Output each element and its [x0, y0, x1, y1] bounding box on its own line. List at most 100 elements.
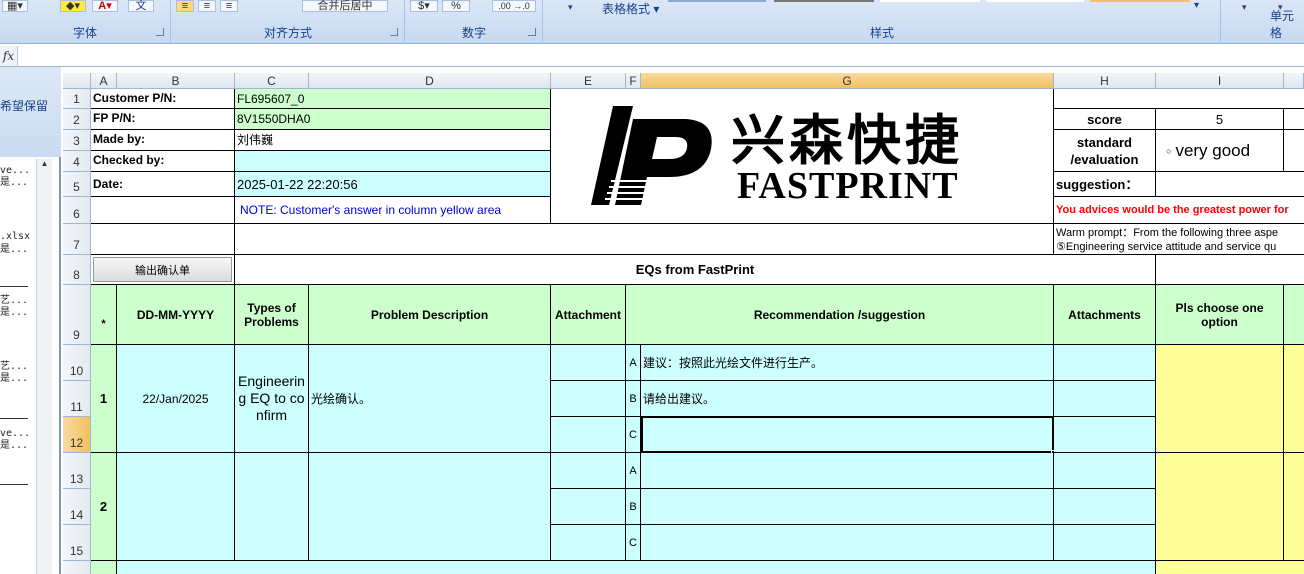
- eq-description[interactable]: [309, 453, 551, 561]
- row-header-11[interactable]: 11: [63, 381, 91, 417]
- file-line[interactable]: 是...: [0, 244, 28, 256]
- checked-by-value[interactable]: [235, 151, 551, 172]
- eq-attachments[interactable]: [1054, 525, 1156, 561]
- eq-attachments[interactable]: [1054, 345, 1156, 381]
- column-header-j[interactable]: [1284, 73, 1304, 89]
- file-line[interactable]: 是...: [0, 440, 28, 452]
- eq-attachment[interactable]: [551, 345, 626, 381]
- row-header-7[interactable]: 7: [63, 224, 91, 255]
- eq-attachment[interactable]: [551, 489, 626, 525]
- phonetic-button[interactable]: 文: [128, 0, 154, 12]
- eq-description[interactable]: 光绘确认。: [309, 345, 551, 453]
- style-gallery-orange[interactable]: [1090, 0, 1190, 2]
- option-suggestion[interactable]: 建议：按照此光绘文件进行生产。: [641, 345, 1054, 381]
- style-gallery-white[interactable]: [986, 0, 1084, 2]
- fill-color-button[interactable]: ◆▾: [60, 0, 86, 12]
- row-header-13[interactable]: 13: [63, 453, 91, 489]
- blank-cell[interactable]: [91, 197, 235, 224]
- file-line[interactable]: ve...: [0, 428, 30, 440]
- currency-button[interactable]: $▾: [410, 0, 438, 12]
- option-suggestion[interactable]: 请给出建议。: [641, 381, 1054, 417]
- row-header-2[interactable]: 2: [63, 109, 91, 130]
- eq-attachments[interactable]: [1054, 381, 1156, 417]
- column-header-b[interactable]: B: [117, 73, 235, 89]
- column-header-c[interactable]: C: [235, 73, 309, 89]
- style-gallery-dark[interactable]: [774, 0, 874, 2]
- column-header-e[interactable]: E: [551, 73, 626, 89]
- left-pane-scrollbar[interactable]: ▲: [36, 159, 52, 574]
- merge-center-button[interactable]: 合并后居中: [302, 0, 388, 12]
- chevron-down-icon[interactable]: ▾: [568, 2, 573, 13]
- date-value[interactable]: 2025-01-22 22:20:56: [235, 172, 551, 197]
- align-center-button[interactable]: ≡: [198, 0, 216, 12]
- row-header-14[interactable]: 14: [63, 489, 91, 525]
- customer-reply[interactable]: [1284, 453, 1304, 561]
- eq-attachments[interactable]: [1054, 453, 1156, 489]
- number-dialog-launcher-icon[interactable]: [528, 28, 536, 36]
- row-header-8[interactable]: 8: [63, 255, 91, 285]
- blank-cell[interactable]: [1156, 255, 1304, 285]
- file-line[interactable]: 是...: [0, 177, 28, 189]
- row-header-3[interactable]: 3: [63, 130, 91, 151]
- customer-choice[interactable]: [1156, 453, 1284, 561]
- row-header-16[interactable]: [63, 561, 91, 574]
- font-dialog-launcher-icon[interactable]: [156, 28, 164, 36]
- column-header-a[interactable]: A: [91, 73, 117, 89]
- scroll-up-icon[interactable]: ▲: [37, 159, 52, 168]
- eq-type[interactable]: Engineering EQ to confirm: [235, 345, 309, 453]
- formula-input[interactable]: [20, 46, 1304, 66]
- made-by-value[interactable]: 刘伟巍: [235, 130, 551, 151]
- eq-attachment[interactable]: [551, 381, 626, 417]
- style-gallery-normal[interactable]: [668, 0, 766, 2]
- fx-icon[interactable]: fx: [0, 46, 18, 66]
- eq-attachments[interactable]: [1054, 417, 1156, 453]
- next-eq-row[interactable]: [117, 561, 1156, 574]
- blank-cell[interactable]: [1054, 89, 1304, 109]
- gallery-scroll-icon[interactable]: ▾: [1194, 0, 1199, 11]
- row-header-10[interactable]: 10: [63, 345, 91, 381]
- row-header-12[interactable]: 12: [63, 417, 91, 453]
- file-line[interactable]: 是...: [0, 307, 28, 319]
- customer-choice[interactable]: [1156, 561, 1304, 574]
- file-line[interactable]: 艺...: [0, 295, 28, 307]
- percent-button[interactable]: %: [442, 0, 470, 12]
- eq-date[interactable]: [117, 453, 235, 561]
- eq-attachment[interactable]: [551, 525, 626, 561]
- align-left-button[interactable]: ≡: [176, 0, 194, 12]
- column-header-g[interactable]: G: [641, 73, 1054, 89]
- customer-reply[interactable]: [1284, 345, 1304, 453]
- font-color-button[interactable]: A▾: [92, 0, 118, 12]
- column-header-h[interactable]: H: [1054, 73, 1156, 89]
- customer-pn-value[interactable]: FL695607_0: [235, 89, 551, 109]
- eq-attachment[interactable]: [551, 453, 626, 489]
- evaluation-radio[interactable]: ○ very good: [1156, 130, 1284, 172]
- blank-cell[interactable]: [1284, 109, 1304, 130]
- file-line[interactable]: 是...: [0, 373, 28, 385]
- suggestion-value[interactable]: [1156, 172, 1304, 197]
- table-format-button[interactable]: 表格格式 ▾: [602, 0, 659, 17]
- row-header-4[interactable]: 4: [63, 151, 91, 172]
- file-line[interactable]: .xlsx: [0, 231, 30, 243]
- alignment-dialog-launcher-icon[interactable]: [390, 28, 398, 36]
- blank-cell[interactable]: [91, 224, 235, 255]
- option-suggestion[interactable]: [641, 525, 1054, 561]
- column-header-f[interactable]: F: [626, 73, 641, 89]
- fp-pn-value[interactable]: 8V1550DHA0: [235, 109, 551, 130]
- file-line[interactable]: 艺...: [0, 361, 28, 373]
- align-right-button[interactable]: ≡: [220, 0, 238, 12]
- decimal-button[interactable]: .00 →.0: [492, 0, 536, 12]
- blank-cell[interactable]: [1284, 130, 1304, 172]
- row-header-9[interactable]: 9: [63, 285, 91, 345]
- radio-icon[interactable]: ○: [1166, 146, 1171, 156]
- blank-cell[interactable]: [235, 224, 1054, 255]
- row-header-6[interactable]: 6: [63, 197, 91, 224]
- eq-attachments[interactable]: [1054, 489, 1156, 525]
- score-value[interactable]: 5: [1156, 109, 1284, 130]
- style-gallery-light[interactable]: [880, 0, 980, 2]
- border-button[interactable]: ▦▾: [2, 0, 28, 12]
- row-header-5[interactable]: 5: [63, 172, 91, 197]
- eq-attachment[interactable]: [551, 417, 626, 453]
- option-suggestion[interactable]: [641, 489, 1054, 525]
- row-header-1[interactable]: 1: [63, 89, 91, 109]
- select-all-corner[interactable]: [63, 73, 91, 89]
